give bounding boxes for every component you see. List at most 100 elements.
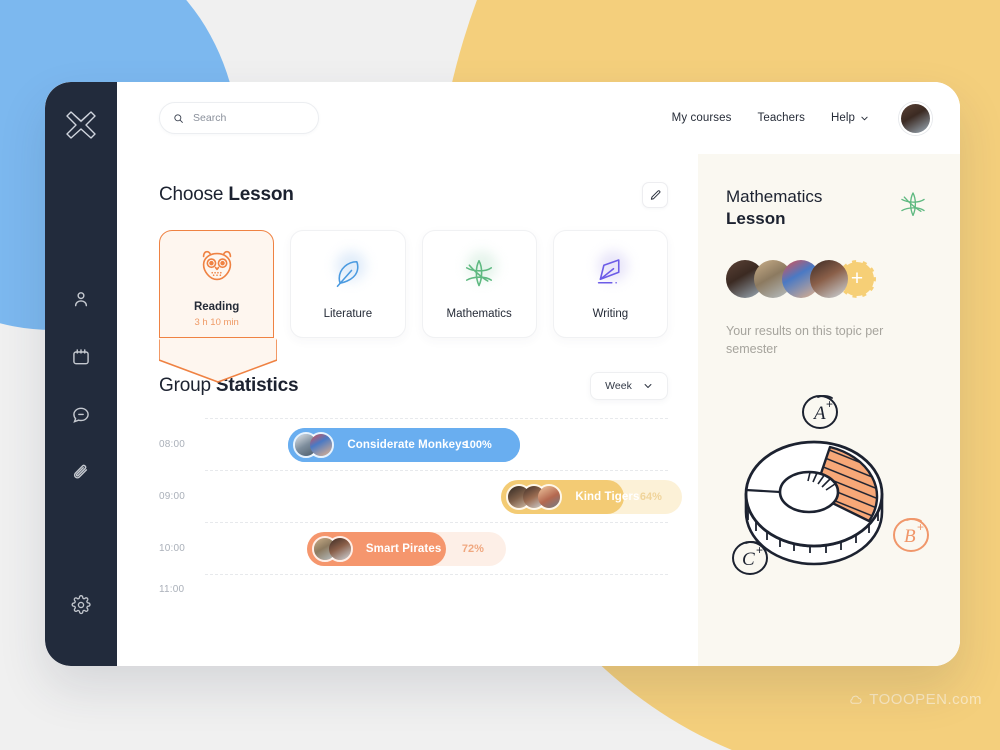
nav-help[interactable]: Help — [831, 112, 869, 124]
watermark-text: TOOOPEN.com — [869, 691, 982, 708]
right-panel-title-regular: Mathematics — [726, 187, 823, 206]
atom-icon — [453, 248, 505, 300]
chart-row: 10:00 Smart Pirates 72% — [159, 522, 668, 574]
active-card-tail — [159, 338, 277, 383]
avatar — [326, 535, 353, 562]
donut-body — [744, 440, 884, 566]
svg-text:A: A — [812, 403, 826, 424]
chart-track: Smart Pirates 72% — [205, 522, 668, 574]
bar-avatars — [505, 483, 563, 510]
chart-track: Kind Tigers 64% — [205, 470, 682, 522]
body-split: Choose Lesson Reading 3 h 10 min Literat… — [117, 154, 960, 666]
owl-icon — [191, 241, 243, 293]
nav-teachers[interactable]: Teachers — [757, 112, 804, 124]
right-panel: Mathematics Lesson + Your results on thi… — [698, 154, 960, 666]
main-column: My courses Teachers Help Choo — [117, 82, 960, 666]
chart-row: 08:00 Considerate Monkeys 100% — [159, 418, 668, 470]
sidebar-nav — [64, 282, 98, 490]
bar-value: 72% — [461, 542, 484, 555]
period-label: Week — [605, 380, 632, 392]
gear-icon — [71, 595, 91, 615]
results-donut-chart: A + C + B + — [726, 380, 932, 590]
edit-lessons-button[interactable] — [642, 182, 668, 208]
lessons-title-regular: Choose — [159, 184, 229, 205]
lesson-name: Writing — [592, 308, 629, 320]
pen-nib-icon — [584, 248, 636, 300]
pencil-icon — [650, 189, 660, 200]
search-box[interactable] — [159, 102, 319, 134]
bar-value: 64% — [639, 490, 662, 503]
nav-my-courses[interactable]: My courses — [672, 112, 732, 124]
lesson-card-literature[interactable]: Literature — [290, 230, 406, 338]
user-icon — [74, 292, 88, 307]
sidebar — [45, 82, 117, 666]
nav-help-label: Help — [830, 112, 855, 124]
paperclip-icon — [73, 464, 88, 479]
svg-text:C: C — [742, 549, 755, 570]
chart-row: 11:00 — [159, 574, 668, 604]
cloud-icon — [850, 695, 862, 704]
bar-label: Smart Pirates — [365, 542, 442, 555]
bar-label: Considerate Monkeys — [347, 438, 469, 451]
grade-badge-b: B + — [893, 518, 929, 553]
grade-badge-a: A + — [802, 395, 838, 430]
svg-text:+: + — [826, 397, 833, 411]
time-label: 10:00 — [159, 542, 186, 554]
content-area: Choose Lesson Reading 3 h 10 min Literat… — [117, 154, 698, 666]
bar-avatars — [311, 535, 353, 562]
svg-text:B: B — [904, 526, 916, 547]
bar-label: Kind Tigers — [575, 490, 640, 503]
svg-text:+: + — [917, 520, 924, 534]
lesson-name: Mathematics — [446, 308, 512, 320]
chart-bar-considerate-monkeys[interactable]: Considerate Monkeys 100% — [288, 427, 520, 462]
avatar[interactable] — [899, 101, 932, 135]
period-select[interactable]: Week — [590, 372, 668, 400]
avatar-image — [901, 103, 930, 133]
results-subtitle: Your results on this topic per semester — [726, 323, 884, 356]
page-title: Choose Lesson — [159, 184, 294, 206]
time-label: 08:00 — [159, 438, 186, 450]
participants-avatars: + — [726, 259, 932, 298]
bar-value: 100% — [463, 438, 492, 451]
chevron-down-icon — [644, 384, 652, 388]
avatar — [536, 483, 563, 510]
avatar[interactable] — [810, 259, 848, 298]
donut-svg: A + C + B + — [732, 395, 929, 576]
sidebar-item-profile[interactable] — [64, 282, 98, 316]
feather-icon — [322, 248, 374, 300]
chart-track: Considerate Monkeys 100% — [205, 418, 668, 470]
lessons-header: Choose Lesson — [159, 182, 668, 208]
lesson-card-reading[interactable]: Reading 3 h 10 min — [159, 230, 277, 383]
lesson-card-mathematics[interactable]: Mathematics — [421, 230, 537, 338]
calendar-icon — [73, 349, 89, 365]
lesson-duration: 3 h 10 min — [194, 316, 239, 328]
lesson-name: Reading — [193, 300, 240, 313]
chart-row: 09:00 Kind Tigers 64% — [159, 470, 682, 522]
lesson-cards: Reading 3 h 10 min Literature Mathematic… — [159, 230, 668, 383]
bar-avatars — [292, 431, 335, 458]
chart-bar-kind-tigers[interactable]: Kind Tigers 64% — [501, 479, 682, 514]
chart-track — [205, 574, 668, 604]
chat-bubble-icon — [73, 407, 89, 423]
sidebar-item-calendar[interactable] — [64, 340, 98, 374]
chart-bar-smart-pirates[interactable]: Smart Pirates 72% — [306, 531, 506, 566]
lesson-name: Literature — [323, 308, 373, 320]
sidebar-item-settings[interactable] — [64, 588, 98, 622]
x-logo-icon[interactable] — [59, 102, 103, 146]
avatar — [308, 431, 335, 458]
search-input[interactable] — [193, 112, 305, 124]
lesson-card-writing[interactable]: Writing — [552, 230, 668, 338]
app-window: My courses Teachers Help Choo — [45, 82, 960, 666]
watermark: TOOOPEN.com — [848, 691, 982, 708]
top-navigation: My courses Teachers Help — [672, 101, 932, 135]
lessons-title-bold: Lesson — [228, 184, 294, 205]
sidebar-item-attachments[interactable] — [64, 456, 98, 490]
search-icon — [174, 113, 183, 123]
time-label: 09:00 — [159, 490, 186, 502]
group-statistics-chart: 08:00 Considerate Monkeys 100% 09:00 Kin… — [159, 418, 682, 604]
chevron-down-icon — [861, 116, 868, 120]
time-label: 11:00 — [159, 583, 185, 595]
atom-icon — [894, 186, 932, 229]
topbar: My courses Teachers Help — [117, 82, 960, 154]
sidebar-item-messages[interactable] — [64, 398, 98, 432]
